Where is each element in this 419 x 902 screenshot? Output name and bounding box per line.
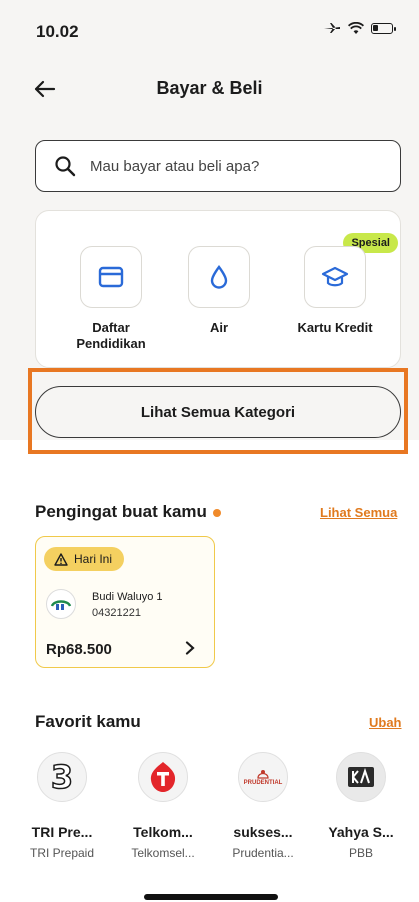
battery-icon [371,22,396,34]
favorite-tri[interactable]: 3 TRI Pre... TRI Prepaid [17,752,107,860]
wifi-icon [348,21,364,34]
biller-id: 04321221 [92,607,141,619]
category-label: Air [209,320,229,335]
tri-logo-icon: 3 [37,752,87,802]
see-all-categories-button[interactable]: Lihat Semua Kategori [35,386,401,438]
notification-dot [212,508,221,517]
water-drop-icon [188,246,250,308]
search-bar[interactable] [35,140,401,192]
bill-amount: Rp68.500 [46,641,112,658]
reminders-see-all-link[interactable]: Lihat Semua [320,505,397,520]
home-indicator [144,894,278,900]
status-time: 10.02 [36,22,79,41]
favorite-subtitle: Telkomsel... [131,846,195,860]
favorites-edit-link[interactable]: Ubah [369,715,402,730]
favorite-telkomsel[interactable]: Telkom... Telkomsel... [118,752,208,860]
favorite-subtitle: TRI Prepaid [29,846,95,860]
category-label: Daftar Pendidikan [76,320,146,351]
reminders-title-text: Pengingat buat kamu [35,502,207,521]
biller-name: Budi Waluyo 1 [92,591,163,603]
reminder-card[interactable]: Hari Ini Budi Waluyo 1 04321221 Rp68.500 [35,536,215,668]
favorite-name: Telkom... [133,824,193,840]
favorite-name: TRI Pre... [31,824,93,840]
favorite-name: Yahya S... [328,824,394,840]
category-card: Daftar Pendidikan Air Spesial Kartu Kred… [35,210,401,368]
search-icon [55,156,76,177]
prudential-logo-text: PRUDENTIAL [243,780,283,786]
today-label: Hari Ini [74,552,113,566]
status-bar: 10.02 [0,0,419,62]
tri-logo-text: 3 [50,757,74,797]
category-air[interactable]: Air [164,246,274,336]
status-icons [323,21,396,35]
today-badge: Hari Ini [44,547,125,571]
pdam-logo-icon [46,589,76,619]
pbb-logo-icon [336,752,386,802]
category-daftar-pendidikan[interactable]: Daftar Pendidikan [56,246,166,352]
prudential-logo-icon: PRUDENTIAL [238,752,288,802]
card-icon [80,246,142,308]
favorite-name: sukses... [233,824,293,840]
page-title: Bayar & Beli [156,78,263,98]
search-input[interactable] [90,157,370,175]
category-label: Kartu Kredit [297,320,373,335]
reminders-title: Pengingat buat kamu [35,502,221,522]
telkomsel-logo-icon [138,752,188,802]
airplane-icon [324,23,340,33]
graduation-cap-icon [304,246,366,308]
favorite-subtitle: Prudentia... [232,846,294,860]
category-kartu-kredit[interactable]: Kartu Kredit [280,246,390,336]
favorite-pbb[interactable]: Yahya S... PBB [316,752,406,860]
chevron-right-icon [185,641,195,655]
favorites-title: Favorit kamu [35,712,141,731]
header: Bayar & Beli [0,70,419,110]
favorite-subtitle: PBB [348,846,373,860]
favorite-prudential[interactable]: PRUDENTIAL sukses... Prudentia... [218,752,308,860]
warning-icon [54,552,68,566]
